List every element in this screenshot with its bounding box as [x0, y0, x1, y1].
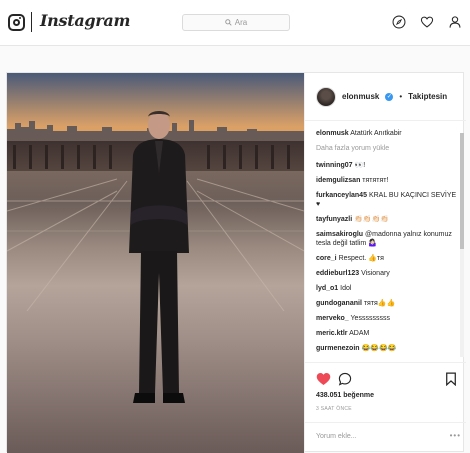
likes-count[interactable]: 438.051 beğenme: [316, 392, 374, 399]
post-actions: 438.051 beğenme 3 SAAT ÖNCE: [305, 362, 466, 422]
search-input[interactable]: Ara: [182, 14, 290, 31]
post-header: elonmusk ✓ • Takiptesin: [305, 73, 466, 121]
profile-icon[interactable]: [448, 15, 462, 29]
comment-row: twinning07 👀!: [316, 161, 461, 170]
comment-user[interactable]: core_i: [316, 255, 337, 262]
comment-text: Yesssssssss: [350, 315, 390, 322]
instagram-wordmark[interactable]: Instagram: [40, 11, 130, 30]
post-author[interactable]: elonmusk: [342, 92, 379, 101]
like-heart-icon[interactable]: [316, 372, 331, 391]
avatar[interactable]: [316, 86, 336, 107]
instagram-camera-icon[interactable]: [8, 14, 25, 31]
comment-text: Idol: [340, 285, 352, 292]
comment-text: Respect. 👍тя: [338, 255, 384, 262]
load-more-comments[interactable]: Daha fazla yorum yükle: [316, 144, 461, 153]
comment-row: merveko_ Yesssssssss: [316, 314, 461, 323]
comment-row: eddieburl123 Visionary: [316, 269, 461, 278]
post-photo[interactable]: [7, 73, 304, 453]
comment-row: furkanceylan45 KRAL BU KAÇINCI SEVİYE ♥: [316, 191, 461, 209]
comment-row: tayfunyazli 👏🏻👏🏻👏🏻👏🏻: [316, 215, 461, 224]
comment-text: тятя👍👍: [363, 300, 396, 307]
compass-icon[interactable]: [392, 15, 406, 29]
comment-row: gundogananil тятя👍👍: [316, 299, 461, 308]
more-options-icon[interactable]: •••: [450, 431, 461, 440]
comments-scrollbar[interactable]: [460, 133, 464, 357]
comment-user[interactable]: eddieburl123: [316, 270, 359, 277]
heart-nav-icon[interactable]: [420, 15, 434, 29]
post-sidebar: elonmusk ✓ • Takiptesin elonmusk Atatürk…: [304, 73, 466, 453]
comment-text: 😂😂😂😂: [361, 345, 397, 352]
nav-icons: [392, 15, 462, 29]
comment-user[interactable]: twinning07: [316, 162, 353, 169]
search-placeholder: Ara: [234, 18, 248, 27]
comment-text: 👀!: [354, 162, 366, 169]
comment-text: тятятят!: [362, 177, 389, 184]
comment-user[interactable]: meric.ktlr: [316, 330, 348, 337]
dot-separator: •: [399, 92, 403, 101]
comments-list: elonmusk Atatürk Anıtkabir Daha fazla yo…: [316, 129, 461, 360]
person-figure: [129, 111, 189, 403]
top-bar: Instagram Ara: [0, 0, 470, 46]
comment-row: idemgulizsan тятятят!: [316, 176, 461, 185]
comment-row: core_i Respect. 👍тя: [316, 254, 461, 263]
comment-user[interactable]: lyd_o1: [316, 285, 338, 292]
bookmark-icon[interactable]: [445, 372, 457, 391]
comment-row: saimsakiroglu @madonna yalnız konumuz te…: [316, 230, 461, 248]
comment-user[interactable]: merveko_: [316, 315, 349, 322]
comment-user[interactable]: saimsakiroglu: [316, 231, 363, 238]
search-icon: [225, 19, 232, 26]
comment-user[interactable]: gundogananil: [316, 300, 362, 307]
comment-row: lyd_o1 Idol: [316, 284, 461, 293]
following-button[interactable]: Takiptesin: [408, 92, 447, 101]
comment-icon[interactable]: [338, 372, 352, 391]
comment-row: gurmenezoin 😂😂😂😂: [316, 344, 461, 353]
post-timestamp[interactable]: 3 SAAT ÖNCE: [316, 406, 352, 412]
caption: elonmusk Atatürk Anıtkabir: [316, 129, 461, 138]
comment-user[interactable]: tayfunyazli: [316, 216, 352, 223]
scrollbar-thumb[interactable]: [460, 133, 464, 249]
comment-user[interactable]: gurmenezoin: [316, 345, 360, 352]
add-comment-input[interactable]: Yorum ekle...: [305, 422, 466, 453]
comment-text: Visionary: [361, 270, 390, 277]
comment-user[interactable]: furkanceylan45: [316, 192, 367, 199]
post-card: elonmusk ✓ • Takiptesin elonmusk Atatürk…: [6, 72, 466, 453]
comment-text: 👏🏻👏🏻👏🏻👏🏻: [354, 216, 390, 223]
comment-text: ADAM: [349, 330, 370, 337]
logo-divider: [31, 12, 32, 32]
comment-user[interactable]: idemgulizsan: [316, 177, 360, 184]
verified-badge-icon: ✓: [385, 92, 394, 101]
comment-row: meric.ktlr ADAM: [316, 329, 461, 338]
caption-text: Atatürk Anıtkabir: [350, 130, 402, 137]
caption-user[interactable]: elonmusk: [316, 130, 349, 137]
